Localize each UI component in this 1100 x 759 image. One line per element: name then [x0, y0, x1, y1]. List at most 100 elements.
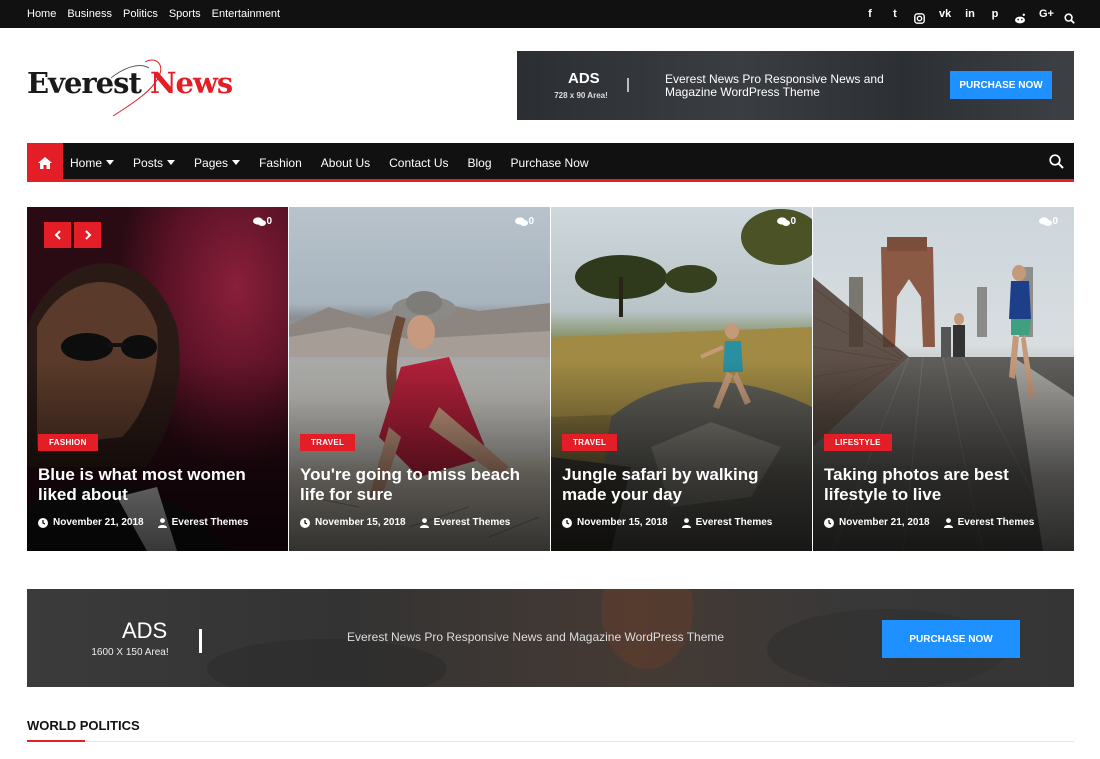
post-author[interactable]: Everest Themes	[958, 517, 1035, 528]
ad-divider	[627, 78, 629, 92]
ad-banner-top[interactable]: ADS 728 x 90 Area! Everest News Pro Resp…	[517, 51, 1074, 120]
section-divider	[27, 741, 1074, 742]
ad-description: Everest News Pro Responsive News and Mag…	[665, 72, 884, 99]
category-badge[interactable]: LIFESTYLE	[824, 434, 892, 451]
post-title[interactable]: You're going to miss beach life for sure	[300, 465, 540, 505]
post-meta: November 21, 2018 Everest Themes	[824, 517, 1034, 528]
comments-icon	[515, 216, 529, 226]
post-meta: November 15, 2018 Everest Themes	[300, 517, 510, 528]
post-date[interactable]: November 15, 2018	[577, 517, 668, 528]
ad-size-label: 728 x 90 Area!	[554, 91, 608, 100]
ad-description: Everest News Pro Responsive News and Mag…	[347, 630, 725, 644]
nav-item-label: Home	[70, 155, 103, 170]
nav-item-purchase-now[interactable]: Purchase Now	[511, 156, 589, 170]
comment-count-value: 0	[1052, 216, 1058, 227]
post-author[interactable]: Everest Themes	[696, 517, 773, 528]
ad-size-label: 1600 X 150 Area!	[91, 647, 169, 658]
post-date[interactable]: November 21, 2018	[53, 517, 144, 528]
nav-item-blog[interactable]: Blog	[467, 156, 491, 170]
post-title[interactable]: Taking photos are best lifestyle to live	[824, 465, 1064, 505]
home-icon[interactable]	[27, 143, 63, 182]
comment-count[interactable]: 0	[777, 216, 796, 227]
slider-card[interactable]: 0 FASHION Blue is what most women liked …	[27, 207, 288, 551]
reddit-icon[interactable]	[1014, 5, 1026, 24]
top-nav: Home Business Politics Sports Entertainm…	[27, 0, 291, 28]
user-icon	[943, 517, 953, 528]
top-nav-sports[interactable]: Sports	[169, 8, 201, 20]
post-date[interactable]: November 15, 2018	[315, 517, 406, 528]
instagram-icon[interactable]	[914, 5, 926, 24]
search-icon[interactable]	[1064, 5, 1076, 24]
logo-text-everest: Everest	[27, 66, 142, 100]
clock-icon	[562, 517, 572, 528]
comments-icon	[1039, 216, 1053, 226]
category-badge[interactable]: TRAVEL	[562, 434, 618, 451]
clock-icon	[300, 517, 310, 528]
nav-item-fashion[interactable]: Fashion	[259, 156, 302, 170]
chevron-down-icon	[106, 160, 115, 165]
slider-prev-button[interactable]	[44, 222, 71, 248]
category-badge[interactable]: TRAVEL	[300, 434, 356, 451]
comment-count-value: 0	[528, 216, 534, 227]
comments-icon	[777, 216, 791, 226]
pinterest-icon[interactable]: p	[989, 0, 1001, 28]
post-date[interactable]: November 21, 2018	[839, 517, 930, 528]
user-icon	[419, 517, 429, 528]
site-logo[interactable]: Everest News	[27, 58, 257, 118]
top-nav-entertainment[interactable]: Entertainment	[212, 8, 280, 20]
user-icon	[681, 517, 691, 528]
nav-item-contact-us[interactable]: Contact Us	[389, 156, 448, 170]
top-nav-politics[interactable]: Politics	[123, 8, 158, 20]
top-nav-home[interactable]: Home	[27, 8, 56, 20]
slider-card[interactable]: 0 TRAVEL You're going to miss beach life…	[289, 207, 550, 551]
ad-divider	[199, 629, 202, 653]
vk-icon[interactable]: vk	[939, 0, 951, 28]
post-author[interactable]: Everest Themes	[172, 517, 249, 528]
purchase-now-button[interactable]: PURCHASE NOW	[950, 71, 1052, 99]
social-links: f t vk in p G+	[851, 0, 1076, 28]
linkedin-icon[interactable]: in	[964, 0, 976, 28]
section-title: WORLD POLITICS	[27, 718, 140, 733]
comment-count[interactable]: 0	[1039, 216, 1058, 227]
slider-card[interactable]: 0 TRAVEL Jungle safari by walking made y…	[551, 207, 812, 551]
chevron-down-icon	[232, 160, 241, 165]
purchase-now-button[interactable]: PURCHASE NOW	[882, 620, 1020, 658]
slider-card[interactable]: 0 LIFESTYLE Taking photos are best lifes…	[813, 207, 1074, 551]
post-title[interactable]: Blue is what most women liked about	[38, 465, 278, 505]
clock-icon	[824, 517, 834, 528]
clock-icon	[38, 517, 48, 528]
comment-count-value: 0	[266, 216, 272, 227]
main-nav: Home Posts Pages Fashion About Us Contac…	[27, 143, 1074, 182]
ad-banner-wide[interactable]: ADS 1600 X 150 Area! Everest News Pro Re…	[27, 589, 1074, 687]
nav-item-label: Pages	[194, 155, 229, 170]
ad-title: ADS	[122, 618, 168, 643]
post-title[interactable]: Jungle safari by walking made your day	[562, 465, 802, 505]
nav-item-pages[interactable]: Pages	[194, 155, 241, 170]
nav-item-label: Posts	[133, 155, 164, 170]
slider-next-button[interactable]	[74, 222, 101, 248]
nav-item-posts[interactable]: Posts	[133, 155, 176, 170]
post-author[interactable]: Everest Themes	[434, 517, 511, 528]
category-badge[interactable]: FASHION	[38, 434, 98, 451]
nav-item-about-us[interactable]: About Us	[321, 156, 370, 170]
twitter-icon[interactable]: t	[889, 0, 901, 28]
search-icon[interactable]	[1049, 154, 1064, 174]
featured-slider: 0 FASHION Blue is what most women liked …	[27, 207, 1074, 551]
ad-title: ADS	[568, 70, 600, 87]
comment-count[interactable]: 0	[515, 216, 534, 227]
comment-count[interactable]: 0	[253, 216, 272, 227]
comments-icon	[253, 216, 267, 226]
main-menu: Home Posts Pages Fashion About Us Contac…	[70, 143, 608, 182]
section-accent-bar	[27, 740, 85, 742]
nav-item-home[interactable]: Home	[70, 155, 115, 170]
top-bar: Home Business Politics Sports Entertainm…	[0, 0, 1100, 28]
top-nav-business[interactable]: Business	[67, 8, 112, 20]
chevron-down-icon	[167, 160, 176, 165]
facebook-icon[interactable]: f	[864, 0, 876, 28]
post-meta: November 15, 2018 Everest Themes	[562, 517, 772, 528]
google-plus-icon[interactable]: G+	[1039, 0, 1054, 28]
logo-text-news: News	[150, 66, 233, 100]
post-meta: November 21, 2018 Everest Themes	[38, 517, 248, 528]
user-icon	[157, 517, 167, 528]
comment-count-value: 0	[790, 216, 796, 227]
